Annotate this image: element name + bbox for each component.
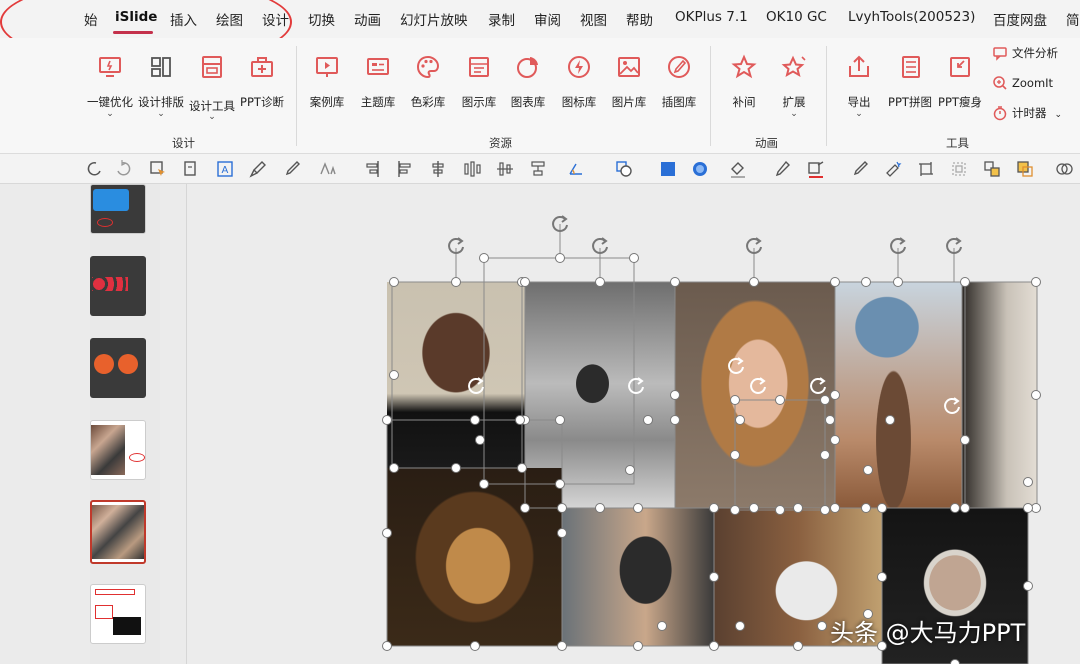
resize-handle[interactable] (817, 621, 827, 631)
resize-handle[interactable] (389, 277, 399, 287)
resize-handle[interactable] (735, 415, 745, 425)
resize-handle[interactable] (1031, 277, 1041, 287)
resize-handle[interactable] (749, 277, 759, 287)
watermark: 头条 @大马力PPT (830, 619, 1026, 647)
resize-handle[interactable] (643, 415, 653, 425)
resize-handle[interactable] (670, 415, 680, 425)
resize-handle[interactable] (389, 370, 399, 380)
resize-handle[interactable] (479, 253, 489, 263)
resize-handle[interactable] (950, 503, 960, 513)
resize-handle[interactable] (877, 572, 887, 582)
resize-handle[interactable] (470, 641, 480, 651)
resize-handle[interactable] (625, 465, 635, 475)
resize-handle[interactable] (557, 503, 567, 513)
rotate-handle-icon[interactable] (465, 375, 487, 397)
resize-handle[interactable] (629, 253, 639, 263)
resize-handle[interactable] (960, 277, 970, 287)
resize-handle[interactable] (515, 415, 525, 425)
rotate-handle-icon[interactable] (887, 235, 909, 257)
resize-handle[interactable] (735, 621, 745, 631)
resize-handle[interactable] (825, 415, 835, 425)
rotate-handle-icon[interactable] (743, 235, 765, 257)
rotate-handle-icon[interactable] (941, 395, 963, 417)
resize-handle[interactable] (950, 659, 960, 664)
resize-handle[interactable] (451, 277, 461, 287)
resize-handle[interactable] (670, 390, 680, 400)
resize-handle[interactable] (389, 463, 399, 473)
resize-handle[interactable] (657, 621, 667, 631)
resize-handle[interactable] (557, 528, 567, 538)
rotate-handle-icon[interactable] (589, 235, 611, 257)
resize-handle[interactable] (830, 390, 840, 400)
rotate-handle-icon[interactable] (445, 235, 467, 257)
resize-handle[interactable] (893, 277, 903, 287)
resize-handle[interactable] (775, 395, 785, 405)
resize-handle[interactable] (470, 415, 480, 425)
resize-handle[interactable] (730, 395, 740, 405)
resize-handle[interactable] (960, 435, 970, 445)
rotate-handle-icon[interactable] (549, 213, 571, 235)
resize-handle[interactable] (830, 277, 840, 287)
resize-handle[interactable] (670, 277, 680, 287)
resize-handle[interactable] (709, 503, 719, 513)
resize-handle[interactable] (479, 479, 489, 489)
resize-handle[interactable] (775, 505, 785, 515)
resize-handle[interactable] (793, 641, 803, 651)
resize-handle[interactable] (1023, 581, 1033, 591)
resize-handle[interactable] (830, 435, 840, 445)
resize-handle[interactable] (730, 505, 740, 515)
resize-handle[interactable] (382, 415, 392, 425)
rotate-handle-icon[interactable] (625, 375, 647, 397)
selection-overlay (386, 224, 1038, 664)
resize-handle[interactable] (555, 253, 565, 263)
resize-handle[interactable] (382, 528, 392, 538)
resize-handle[interactable] (709, 641, 719, 651)
resize-handle[interactable] (517, 463, 527, 473)
resize-handle[interactable] (861, 503, 871, 513)
resize-handle[interactable] (885, 415, 895, 425)
resize-handle[interactable] (830, 503, 840, 513)
resize-handle[interactable] (820, 395, 830, 405)
rotate-handle-icon[interactable] (943, 235, 965, 257)
resize-handle[interactable] (730, 450, 740, 460)
resize-handle[interactable] (555, 415, 565, 425)
resize-handle[interactable] (820, 450, 830, 460)
resize-handle[interactable] (633, 503, 643, 513)
resize-handle[interactable] (595, 277, 605, 287)
resize-handle[interactable] (451, 463, 461, 473)
resize-handle[interactable] (749, 503, 759, 513)
rotate-handle-icon[interactable] (747, 375, 769, 397)
resize-handle[interactable] (382, 641, 392, 651)
resize-handle[interactable] (861, 277, 871, 287)
rotate-handle-icon[interactable] (807, 375, 829, 397)
resize-handle[interactable] (475, 435, 485, 445)
resize-handle[interactable] (520, 277, 530, 287)
resize-handle[interactable] (633, 641, 643, 651)
resize-handle[interactable] (820, 505, 830, 515)
resize-handle[interactable] (555, 479, 565, 489)
resize-handle[interactable] (520, 503, 530, 513)
resize-handle[interactable] (1023, 503, 1033, 513)
resize-handle[interactable] (595, 503, 605, 513)
resize-handle[interactable] (709, 572, 719, 582)
resize-handle[interactable] (960, 503, 970, 513)
resize-handle[interactable] (877, 503, 887, 513)
resize-handle[interactable] (793, 503, 803, 513)
resize-handle[interactable] (863, 465, 873, 475)
resize-handle[interactable] (557, 641, 567, 651)
resize-handle[interactable] (1031, 390, 1041, 400)
resize-handle[interactable] (1023, 477, 1033, 487)
rotate-handle-icon[interactable] (725, 355, 747, 377)
